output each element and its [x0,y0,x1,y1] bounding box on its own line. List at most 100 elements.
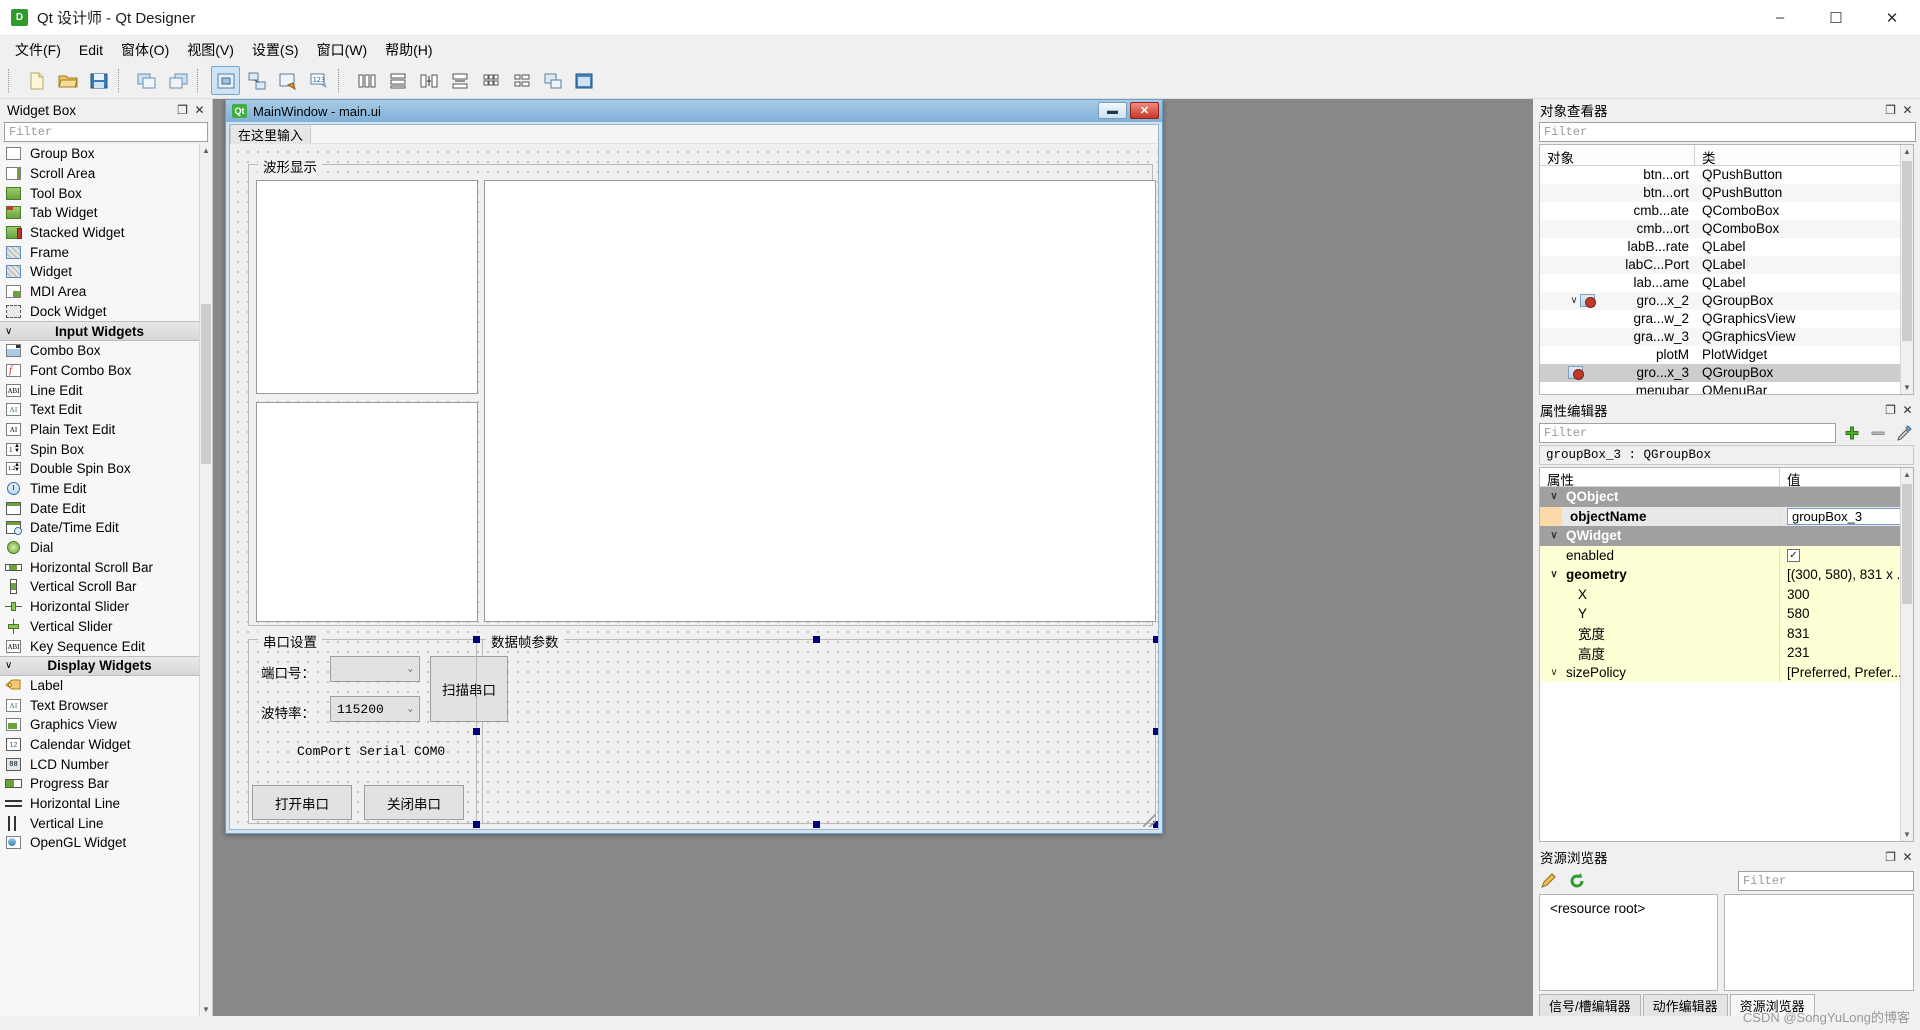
form-resize-grip[interactable] [1143,814,1156,827]
object-tree-row[interactable]: labB...rate QLabel [1540,238,1913,256]
add-property-icon[interactable] [1842,423,1862,443]
redo-icon[interactable] [163,66,192,95]
resource-browser-filter-input[interactable]: Filter [1738,871,1914,891]
widget-box-item-frame[interactable]: Frame [0,242,199,263]
property-value-cell[interactable]: groupBox_3⋮ [1780,507,1913,527]
object-tree-scrollbar[interactable]: ▲ ▼ [1900,144,1913,394]
enabled-checkbox[interactable]: ✓ [1787,548,1800,562]
menu-file[interactable]: 文件(F) [6,36,70,64]
widget-box-item-vertical-line[interactable]: Vertical Line [0,813,199,834]
port-combo-box[interactable]: ⌄ [330,656,420,682]
resource-tree[interactable]: <resource root> [1539,894,1718,991]
widget-box-item-date-edit[interactable]: Date Edit [0,498,199,519]
widget-box-item-date-time-edit[interactable]: Date/Time Edit [0,518,199,538]
object-tree-row[interactable]: cmb...ate QComboBox [1540,202,1913,220]
object-tree-row[interactable]: plotM PlotWidget [1540,346,1913,364]
chevron-down-icon[interactable]: ∨ [1548,667,1560,678]
edit-tab-order-icon[interactable]: 123 [304,66,333,95]
resource-browser-close-icon[interactable]: ✕ [1901,850,1914,864]
property-table[interactable]: 属性 值 ∨ QObject objectName groupBox_3⋮ ∨ QWidg… [1539,467,1914,842]
new-form-icon[interactable] [22,66,51,95]
widget-box-item-label[interactable]: Label [0,675,199,696]
widget-box-item-vertical-scroll-bar[interactable]: Vertical Scroll Bar [0,577,199,597]
widget-box-close-icon[interactable]: ✕ [193,103,206,117]
form-minimize-button[interactable]: ▬ [1098,102,1127,119]
scroll-up-icon[interactable]: ▲ [1901,145,1913,158]
widget-box-item-widget[interactable]: Widget [0,262,199,282]
property-editor-float-icon[interactable]: ❐ [1884,403,1897,417]
widget-box-item-spin-box[interactable]: 1 ▲ ▼ Spin Box [0,439,199,459]
selection-handle-tc[interactable] [813,636,820,643]
property-row[interactable]: enabled ✓ [1540,545,1913,566]
property-editor-close-icon[interactable]: ✕ [1901,403,1914,417]
menu-window[interactable]: 窗口(W) [308,36,377,64]
widget-box-item-lcd-number[interactable]: 88 LCD Number [0,754,199,774]
layout-grid-icon[interactable] [476,66,505,95]
widget-box-item-text-edit[interactable]: AI Text Edit [0,399,199,420]
property-row[interactable]: X 300 [1540,584,1913,604]
selection-handle-tl[interactable] [473,636,480,643]
property-table-scrollbar[interactable]: ▲ ▼ [1900,468,1913,841]
property-value-cell[interactable]: 231 [1780,643,1913,663]
layout-form-icon[interactable] [507,66,536,95]
widget-box-item-tool-box[interactable]: Tool Box [0,183,199,204]
widget-box-item-calendar-widget[interactable]: 12 Calendar Widget [0,734,199,755]
widget-box-item-graphics-view[interactable]: Graphics View [0,714,199,735]
open-form-icon[interactable] [53,66,82,95]
object-tree[interactable]: 对象 类 btn...ort QPushButton btn...ort QPushB… [1539,143,1914,395]
object-inspector-close-icon[interactable]: ✕ [1901,103,1914,117]
object-inspector-float-icon[interactable]: ❐ [1884,103,1897,117]
object-tree-row[interactable]: gra...w_3 QGraphicsView [1540,327,1913,346]
widget-box-item-plain-text-edit[interactable]: AI Plain Text Edit [0,419,199,440]
widget-box-item-key-sequence-edit[interactable]: ABI Key Sequence Edit [0,636,199,656]
close-button[interactable]: ✕ [1864,0,1920,36]
resource-root-node[interactable]: <resource root> [1550,901,1645,916]
baud-combo-box[interactable]: 115200 ⌄ [330,696,420,722]
menu-form[interactable]: 窗体(O) [112,36,178,64]
form-canvas[interactable]: 波形显示 串口设置 端口号： ⌄ 波特率： 115200 ⌄ 扫描串口 ComP… [230,144,1158,829]
property-row[interactable]: ∨ QObject [1540,487,1913,507]
widget-box-item-double-spin-box[interactable]: 1.2 ▲ ▼ Double Spin Box [0,459,199,479]
widget-box-group-display-widgets[interactable]: ∨ Display Widgets [0,655,199,676]
widget-box-item-dial[interactable]: Dial [0,537,199,558]
menu-settings[interactable]: 设置(S) [243,36,308,64]
widget-box-item-time-edit[interactable]: Time Edit [0,478,199,499]
widget-box-item-progress-bar[interactable]: Progress Bar [0,774,199,794]
widget-box-item-opengl-widget[interactable]: OpenGL Widget [0,833,199,853]
widget-box-item-vertical-slider[interactable]: Vertical Slider [0,616,199,637]
property-value-cell[interactable]: [(300, 580), 831 x ... [1780,565,1913,585]
property-value-cell[interactable]: 580 [1780,604,1913,624]
menu-edit[interactable]: Edit [70,38,112,62]
widget-box-group-input-widgets[interactable]: ∨ Input Widgets [0,321,199,341]
object-tree-row[interactable]: menubar QMenuBar [1540,382,1913,394]
chevron-down-icon[interactable]: ∨ [1548,530,1560,541]
form-close-button[interactable]: ✕ [1130,102,1159,119]
minimize-button[interactable]: – [1752,0,1808,36]
property-row[interactable]: 宽度 831 [1540,623,1913,644]
property-value-cell[interactable]: ✓ [1780,546,1913,566]
graphics-view-2[interactable] [256,180,478,394]
resource-browser-float-icon[interactable]: ❐ [1884,850,1897,864]
selection-handle-bl[interactable] [473,821,480,828]
widget-box-item-scroll-area[interactable]: Scroll Area [0,163,199,184]
widget-box-filter-input[interactable]: Filter [4,122,208,142]
widget-box-item-stacked-widget[interactable]: Stacked Widget [0,222,199,243]
remove-property-icon[interactable] [1868,423,1888,443]
widget-box-item-line-edit[interactable]: ABI Line Edit [0,380,199,400]
widget-box-item-combo-box[interactable]: Combo Box [0,340,199,361]
object-tree-row[interactable]: lab...ame QLabel [1540,274,1913,292]
object-tree-row[interactable]: labC...Port QLabel [1540,255,1913,274]
widget-box-item-horizontal-slider[interactable]: Horizontal Slider [0,596,199,617]
widget-box-item-horizontal-line[interactable]: Horizontal Line [0,793,199,814]
maximize-button[interactable]: ☐ [1808,0,1864,36]
property-value-cell[interactable] [1780,487,1913,507]
property-scroll-thumb[interactable] [1902,484,1912,604]
property-value-cell[interactable] [1780,526,1913,546]
selection-handle-tr[interactable] [1153,636,1158,643]
widget-box-item-horizontal-scroll-bar[interactable]: Horizontal Scroll Bar [0,557,199,578]
property-row[interactable]: ∨ sizePolicy [Preferred, Prefer... [1540,662,1913,682]
frame-params-group-box[interactable]: 数据帧参数 [476,631,1156,824]
chevron-down-icon[interactable]: ∨ [1548,491,1560,502]
property-value-cell[interactable]: 831 [1780,624,1913,644]
menu-view[interactable]: 视图(V) [178,36,243,64]
